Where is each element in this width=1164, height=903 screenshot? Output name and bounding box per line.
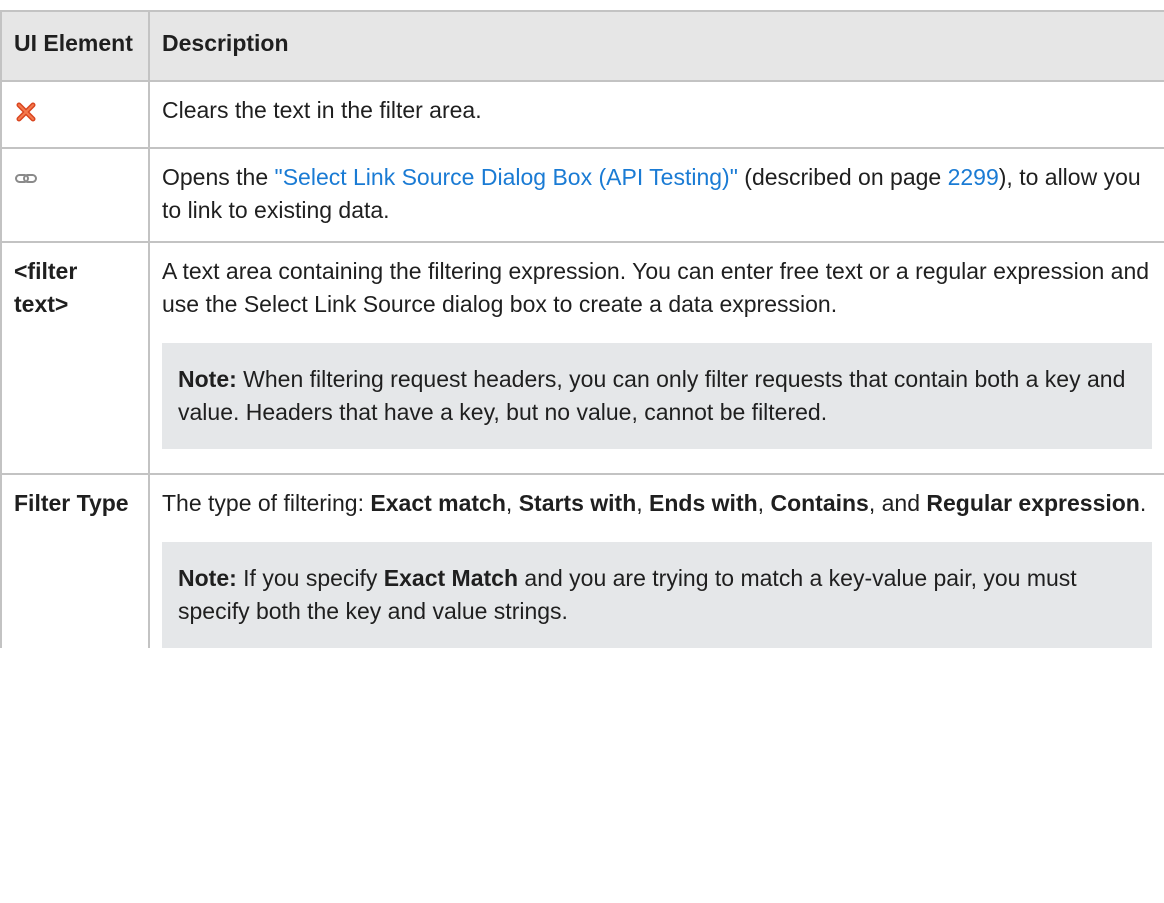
select-link-source-link[interactable]: "Select Link Source Dialog Box (API Test…	[275, 164, 738, 190]
note-text: When filtering request headers, you can …	[178, 366, 1126, 425]
row-description: A text area containing the filtering exp…	[162, 258, 1150, 317]
note-box: Note: When filtering request headers, yo…	[162, 343, 1152, 449]
clear-x-icon[interactable]	[14, 100, 38, 124]
option-starts-with: Starts with	[518, 490, 637, 516]
note-label: Note:	[178, 366, 237, 392]
description-cell: A text area containing the filtering exp…	[148, 241, 1164, 475]
desc-text: (described on page	[737, 164, 948, 190]
table-header-row: UI Element Description	[0, 10, 1164, 82]
row-description: Opens the "Select Link Source Dialog Box…	[162, 161, 1152, 227]
page-number-link[interactable]: 2299	[948, 164, 999, 190]
desc-text: Opens the	[162, 164, 275, 190]
element-cell: Filter Type	[0, 473, 150, 648]
table-row: Clears the text in the filter area.	[0, 80, 1164, 149]
option-ends-with: Ends with	[649, 490, 758, 516]
option-exact-match: Exact match	[370, 490, 506, 516]
table-row: <filter text> A text area containing the…	[0, 241, 1164, 475]
row-description: Clears the text in the filter area.	[162, 97, 482, 123]
element-cell	[0, 80, 150, 149]
link-icon[interactable]	[14, 167, 38, 191]
note-box: Note: If you specify Exact Match and you…	[162, 542, 1152, 648]
desc-text: The type of filtering:	[162, 490, 371, 516]
option-contains: Contains	[770, 490, 869, 516]
description-cell: Clears the text in the filter area.	[148, 80, 1164, 149]
header-description: Description	[148, 10, 1164, 82]
row-description: The type of filtering: Exact match, Star…	[162, 490, 1147, 516]
note-label: Note:	[178, 565, 237, 591]
option-regular-expression: Regular expression	[926, 490, 1140, 516]
table-row: Filter Type The type of filtering: Exact…	[0, 473, 1164, 648]
element-cell	[0, 147, 150, 243]
note-bold: Exact Match	[383, 565, 519, 591]
header-ui-element: UI Element	[0, 10, 150, 82]
table-row: Opens the "Select Link Source Dialog Box…	[0, 147, 1164, 243]
ui-element-table: UI Element Description Clears the text i…	[0, 10, 1164, 648]
description-cell: The type of filtering: Exact match, Star…	[148, 473, 1164, 648]
note-text: If you specify	[236, 565, 384, 591]
description-cell: Opens the "Select Link Source Dialog Box…	[148, 147, 1164, 243]
element-cell: <filter text>	[0, 241, 150, 475]
